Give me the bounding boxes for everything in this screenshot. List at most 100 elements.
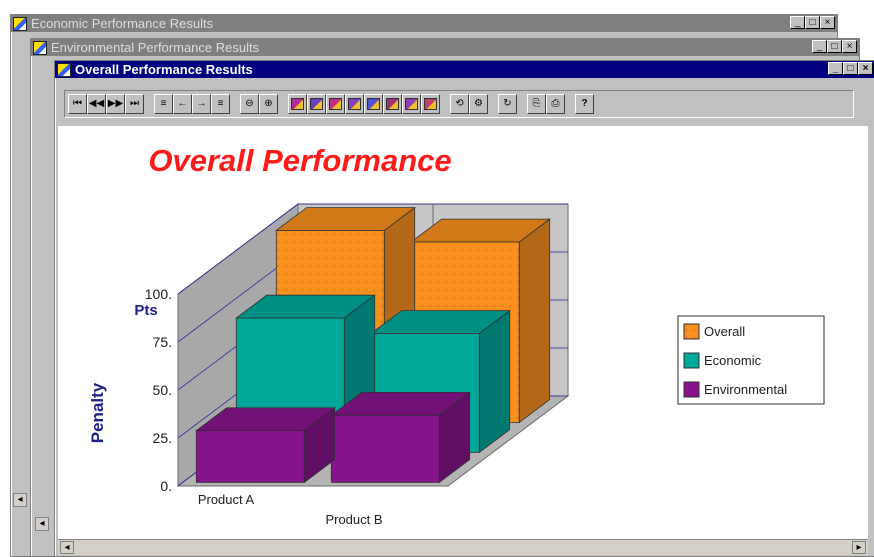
- toolbar: ⏮ ◀◀ ▶▶ ⏭ ≡ ← → ≡ ⊖ ⊕ ⟲ ⚙ ↻ ⎘ ⎙?: [60, 88, 858, 122]
- scroll-left-button[interactable]: ◂: [35, 517, 49, 531]
- bar-side: [518, 218, 551, 424]
- overall-window-title: Overall Performance Results: [75, 62, 253, 77]
- bar-environmental-0: [195, 406, 336, 484]
- environmental-window-title: Environmental Performance Results: [51, 40, 260, 55]
- chart-doughnut-icon: [405, 98, 418, 110]
- minimize-button[interactable]: _: [812, 40, 827, 53]
- rotate-3d-icon: ⟲: [455, 98, 464, 109]
- last-button[interactable]: ⏭: [125, 94, 144, 114]
- y-tick-label: 25.: [153, 430, 172, 446]
- x-tick-label: Product A: [198, 492, 255, 507]
- legend: Overall Economic Environmental: [677, 315, 825, 405]
- chart-pie-button[interactable]: [383, 94, 402, 114]
- chart-3d-bar-icon: [291, 98, 304, 110]
- arrow-right-button[interactable]: →: [192, 94, 211, 114]
- window-controls: _ □ ×: [828, 62, 873, 75]
- bar-front: [330, 414, 440, 483]
- previous-button[interactable]: ◀◀: [87, 94, 106, 114]
- x-tick-label: Product B: [325, 512, 382, 527]
- legend-label-economic: Economic: [704, 353, 762, 368]
- print-icon: ⎙: [551, 98, 560, 109]
- last-icon: ⏭: [130, 98, 139, 109]
- zoom-out-button[interactable]: ⊖: [240, 94, 259, 114]
- legend-swatch-environmental: [683, 381, 700, 398]
- app-icon: [13, 16, 27, 31]
- arrow-right-icon: →: [196, 98, 207, 109]
- help-icon: ?: [581, 98, 588, 109]
- legend-label-environmental: Environmental: [704, 382, 787, 397]
- y-axis-label: Penalty: [88, 382, 107, 443]
- maximize-button[interactable]: □: [805, 16, 820, 29]
- chart-gallery-icon: [424, 98, 437, 110]
- y-tick-label: 50.: [153, 382, 172, 398]
- app-icon: [57, 62, 71, 77]
- refresh-icon: ↻: [503, 98, 512, 109]
- chart-bar-color-button[interactable]: [364, 94, 383, 114]
- horizontal-scrollbar[interactable]: ◂ ▸: [58, 539, 868, 555]
- chart-title: Overall Performance: [148, 143, 451, 178]
- environmental-window-titlebar[interactable]: Environmental Performance Results _ □ ×: [31, 39, 859, 56]
- arrow-left-icon: ←: [177, 98, 188, 109]
- close-button[interactable]: ×: [820, 16, 835, 29]
- y-tick-label: 75.: [153, 334, 172, 350]
- rotate-3d-button[interactable]: ⟲: [450, 94, 469, 114]
- align-right-button[interactable]: ≡: [211, 94, 230, 114]
- chart-wizard-button[interactable]: ⚙: [469, 94, 488, 114]
- chart-bar-color-icon: [367, 98, 380, 110]
- copy-button[interactable]: ⎘: [527, 94, 546, 114]
- chart-wizard-icon: ⚙: [474, 98, 483, 109]
- scroll-left-button[interactable]: ◂: [13, 493, 27, 507]
- chart-ribbon-icon: [310, 98, 323, 110]
- previous-icon: ◀◀: [88, 98, 105, 109]
- y-unit-label: Pts: [134, 302, 157, 319]
- zoom-in-button[interactable]: ⊕: [259, 94, 278, 114]
- first-icon: ⏮: [73, 98, 82, 109]
- chart-area-icon: [329, 98, 342, 110]
- next-button[interactable]: ▶▶: [106, 94, 125, 114]
- overall-window-titlebar[interactable]: Overall Performance Results _ □ ×: [55, 61, 874, 78]
- maximize-button[interactable]: □: [843, 62, 858, 75]
- align-left-icon: ≡: [160, 98, 167, 109]
- y-tick-label: 100.: [145, 286, 172, 302]
- maximize-button[interactable]: □: [827, 40, 842, 53]
- close-button[interactable]: ×: [842, 40, 857, 53]
- align-right-icon: ≡: [217, 98, 224, 109]
- chart-area-button[interactable]: [326, 94, 345, 114]
- next-icon: ▶▶: [107, 98, 124, 109]
- economic-window-titlebar[interactable]: Economic Performance Results _ □ ×: [11, 15, 837, 32]
- economic-window-title: Economic Performance Results: [31, 16, 214, 31]
- chart-pie-icon: [386, 98, 399, 110]
- minimize-button[interactable]: _: [828, 62, 843, 75]
- help-button[interactable]: ?: [575, 94, 594, 114]
- first-button[interactable]: ⏮: [68, 94, 87, 114]
- print-button[interactable]: ⎙: [546, 94, 565, 114]
- window-controls: _ □ ×: [812, 40, 857, 53]
- refresh-button[interactable]: ↻: [498, 94, 517, 114]
- chart-gallery-button[interactable]: [421, 94, 440, 114]
- copy-icon: ⎘: [532, 98, 541, 109]
- bar-side: [478, 309, 511, 454]
- chart-3d-bar-button[interactable]: [288, 94, 307, 114]
- chart-panel: Overall Performance 100. 75. 50. 25. 0. Prod…: [58, 126, 868, 539]
- x-axis: Product A Product B: [198, 492, 383, 527]
- chart-svg: Overall Performance 100. 75. 50. 25. 0. Prod…: [88, 143, 825, 527]
- scroll-left-button[interactable]: ◂: [60, 541, 74, 554]
- arrow-left-button[interactable]: ←: [173, 94, 192, 114]
- chart-doughnut-button[interactable]: [402, 94, 421, 114]
- chart-surface-button[interactable]: [345, 94, 364, 114]
- y-tick-label: 0.: [160, 478, 172, 494]
- legend-swatch-overall: [683, 323, 700, 340]
- app-icon: [33, 40, 47, 55]
- bar-front: [195, 430, 305, 483]
- chart-surface-icon: [348, 98, 361, 110]
- align-left-button[interactable]: ≡: [154, 94, 173, 114]
- scroll-right-button[interactable]: ▸: [852, 541, 866, 554]
- legend-label-overall: Overall: [704, 324, 745, 339]
- bar-environmental-1: [330, 391, 471, 484]
- close-button[interactable]: ×: [858, 62, 873, 75]
- zoom-in-icon: ⊕: [264, 98, 273, 109]
- legend-swatch-economic: [683, 352, 700, 369]
- chart-ribbon-button[interactable]: [307, 94, 326, 114]
- minimize-button[interactable]: _: [790, 16, 805, 29]
- zoom-out-icon: ⊖: [245, 98, 254, 109]
